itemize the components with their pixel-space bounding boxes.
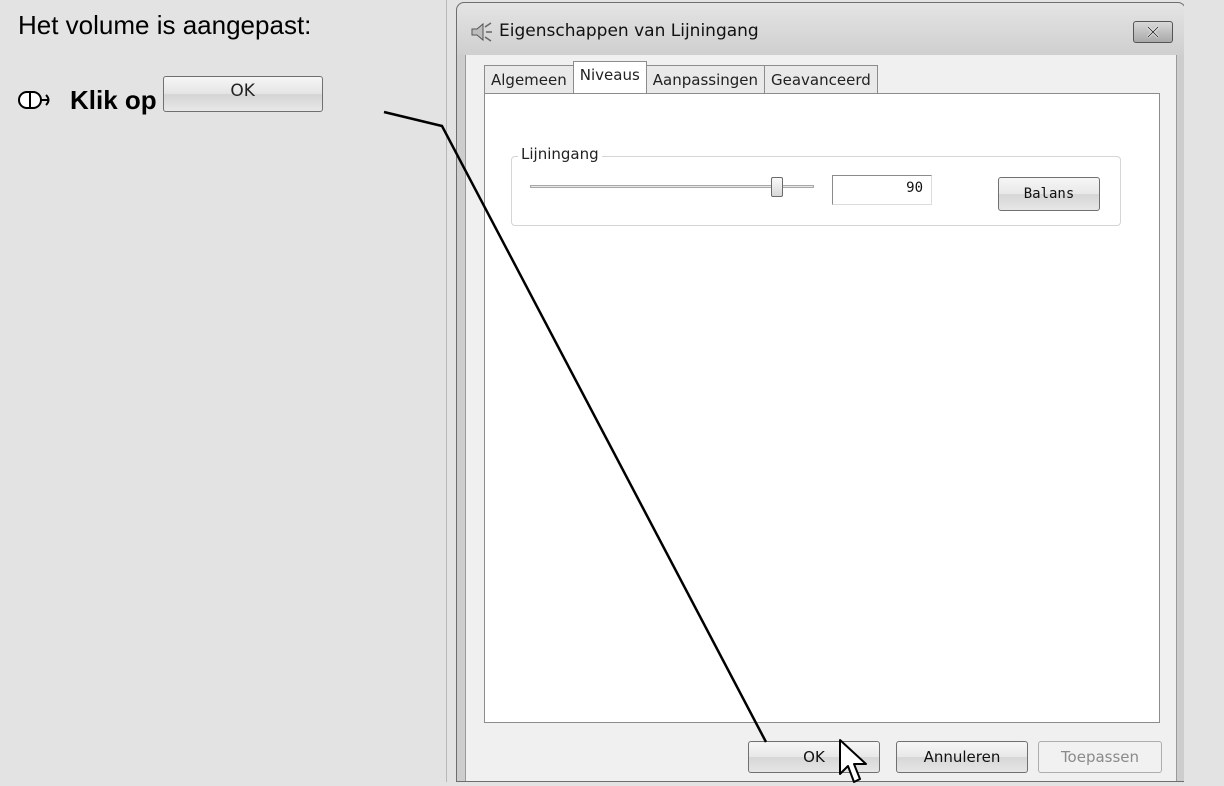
tab-aanpassingen[interactable]: Aanpassingen [645, 65, 766, 93]
mouse-cursor-icon [839, 739, 867, 783]
right-margin [1184, 0, 1224, 782]
instruction-panel: Het volume is aangepast: Klik op OK [0, 0, 446, 782]
levels-panel: Lijningang 90 Balans [484, 93, 1160, 723]
balance-button[interactable]: Balans [998, 177, 1100, 211]
mouse-icon [18, 91, 50, 109]
window-content: Algemeen Niveaus Aanpassingen Geavanceer… [465, 55, 1177, 781]
tab-strip: Algemeen Niveaus Aanpassingen Geavanceer… [484, 61, 878, 93]
title-bar[interactable]: Eigenschappen van Lijningang [457, 3, 1185, 55]
instruction-text: Het volume is aangepast: [18, 10, 312, 40]
step-text: Klik op [70, 84, 157, 115]
cancel-button[interactable]: Annuleren [896, 741, 1028, 773]
group-label: Lijningang [518, 145, 602, 163]
dialog-buttons: OK Annuleren Toepassen [466, 723, 1176, 781]
tab-algemeen[interactable]: Algemeen [484, 65, 574, 93]
apply-button[interactable]: Toepassen [1038, 741, 1162, 773]
tab-niveaus[interactable]: Niveaus [572, 61, 647, 93]
tab-geavanceerd[interactable]: Geavanceerd [764, 65, 878, 93]
close-button[interactable] [1133, 21, 1173, 43]
speaker-icon [471, 22, 492, 42]
step-line: Klik op OK [18, 76, 323, 120]
ok-button-illustration: OK [162, 76, 323, 112]
divider [446, 0, 447, 782]
line-in-group: Lijningang 90 Balans [511, 145, 1121, 226]
volume-slider-thumb[interactable] [771, 177, 783, 197]
close-icon [1147, 26, 1159, 38]
level-value-field[interactable]: 90 [832, 175, 932, 205]
properties-window: Eigenschappen van Lijningang Algemeen Ni… [456, 2, 1186, 782]
window-title: Eigenschappen van Lijningang [499, 21, 759, 41]
